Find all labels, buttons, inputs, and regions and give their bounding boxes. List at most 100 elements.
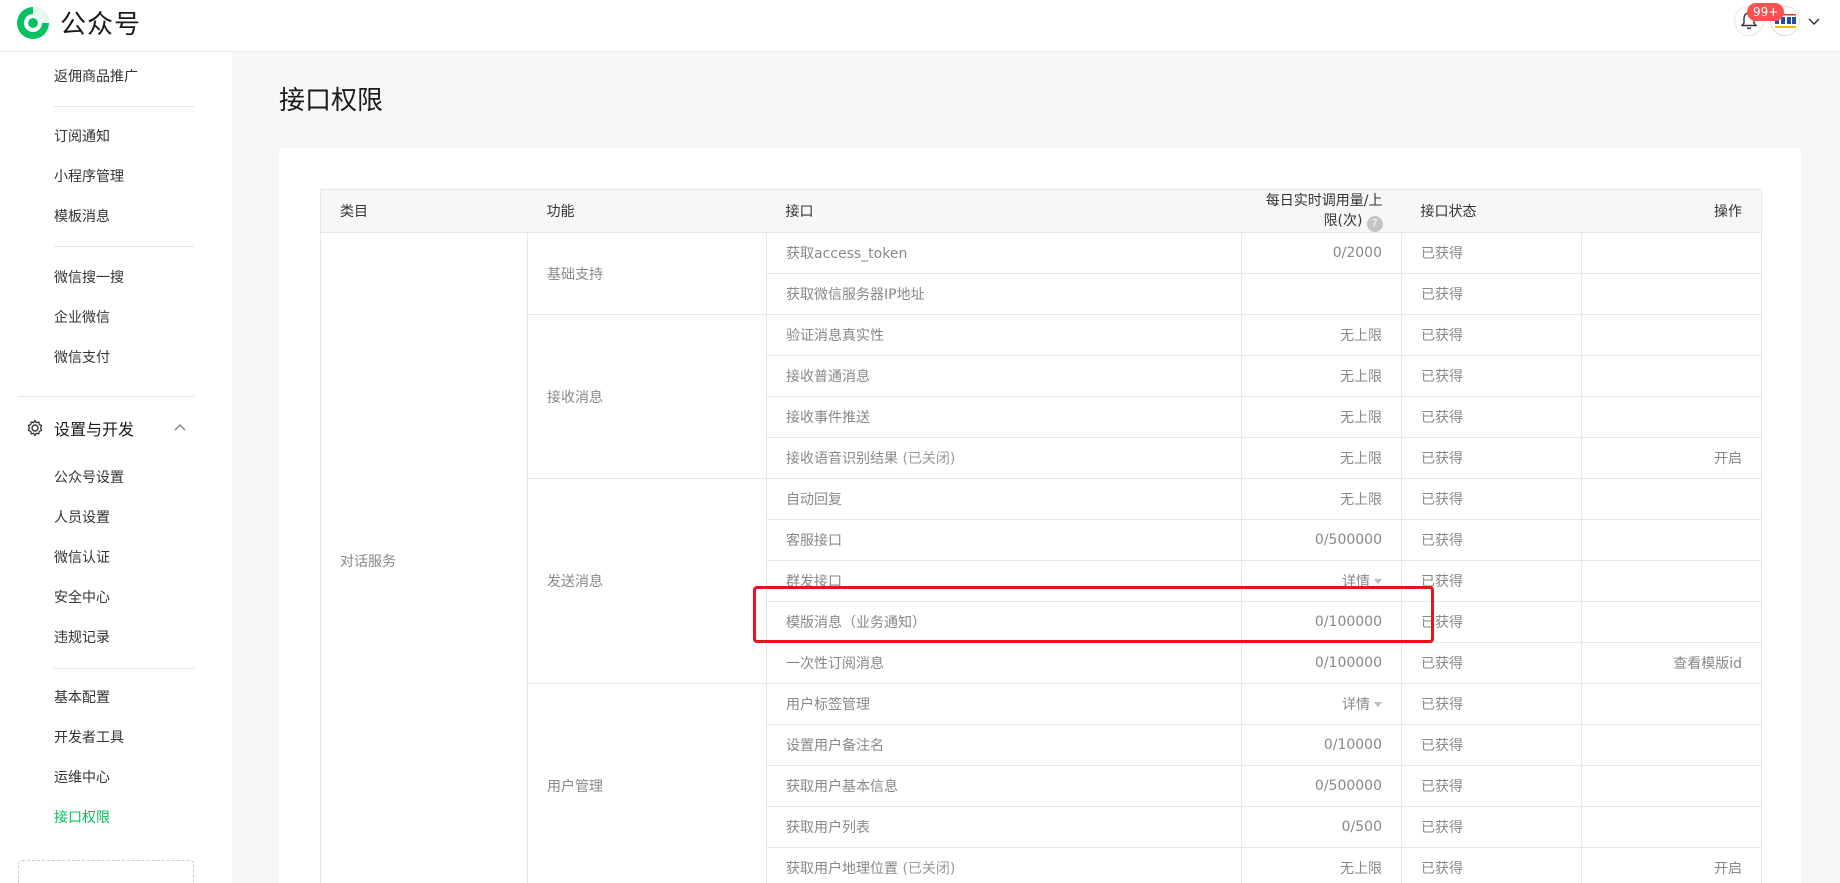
usage-cell: 0/10000: [1241, 724, 1402, 766]
usage-detail-dropdown[interactable]: 详情: [1342, 574, 1370, 590]
status-cell: 已获得: [1401, 478, 1582, 520]
sidebar-item-verification[interactable]: 微信认证: [54, 548, 110, 568]
api-name-cell: 获取用户列表: [766, 806, 1242, 848]
api-name-cell: 获取用户地理位置 (已关闭): [766, 847, 1242, 883]
usage-cell[interactable]: 详情: [1241, 683, 1402, 725]
sidebar-item-rebate-promotion[interactable]: 返佣商品推广: [54, 67, 138, 87]
api-permission-table: 类目 功能 接口 每日实时调用量/上限(次)? 接口状态 操作 对话服务 基础支持…: [320, 189, 1762, 883]
brand[interactable]: 公众号: [16, 4, 141, 41]
sidebar-item-api-permissions[interactable]: 接口权限: [54, 808, 110, 828]
api-name-cell: 获取用户基本信息: [766, 765, 1242, 807]
api-name-cell: 群发接口: [766, 560, 1242, 602]
usage-cell: 0/100000: [1241, 601, 1402, 643]
usage-cell: [1241, 273, 1402, 315]
status-cell: 已获得: [1401, 601, 1582, 643]
sidebar-item-developer-tools[interactable]: 开发者工具: [54, 728, 124, 748]
gear-icon: [27, 419, 43, 437]
caret-down-icon: [1374, 702, 1382, 707]
sidebar-item-security-center[interactable]: 安全中心: [54, 588, 110, 608]
sidebar-divider: [54, 246, 194, 247]
header-category: 类目: [320, 189, 528, 233]
sidebar-section-settings-dev[interactable]: 设置与开发: [26, 414, 196, 442]
sidebar-item-ops-center[interactable]: 运维中心: [54, 768, 110, 788]
api-name-cell: 获取微信服务器IP地址: [766, 273, 1242, 315]
chevron-down-icon[interactable]: [1806, 13, 1822, 29]
usage-cell: 无上限: [1241, 437, 1402, 479]
usage-value: 无上限: [1340, 451, 1382, 467]
api-name: 验证消息真实性: [786, 328, 884, 344]
action-cell: [1581, 232, 1762, 274]
status-cell: 已获得: [1401, 232, 1582, 274]
sidebar-item-miniprogram[interactable]: 小程序管理: [54, 167, 124, 187]
api-note: (已关闭): [902, 451, 956, 467]
status-cell: 已获得: [1401, 519, 1582, 561]
status-cell: 已获得: [1401, 396, 1582, 438]
api-note: (已关闭): [902, 861, 956, 877]
api-name-cell: 接收语音识别结果 (已关闭): [766, 437, 1242, 479]
api-name-cell: 模版消息（业务通知）: [766, 601, 1242, 643]
sidebar-item-violation-records[interactable]: 违规记录: [54, 628, 110, 648]
sidebar-item-account-settings[interactable]: 公众号设置: [54, 468, 124, 488]
usage-cell: 无上限: [1241, 396, 1402, 438]
api-name: 获取用户地理位置: [786, 861, 898, 877]
table-row: 用户管理 用户标签管理 详情 已获得: [321, 683, 1762, 883]
action-link[interactable]: 开启: [1581, 437, 1762, 479]
table-row: 接收消息 验证消息真实性 无上限 已获得: [321, 314, 1762, 479]
usage-cell: 0/500000: [1241, 519, 1402, 561]
sidebar-item-subscribe-notice[interactable]: 订阅通知: [54, 127, 110, 147]
usage-cell: 0/100000: [1241, 642, 1402, 684]
sidebar-item-basic-config[interactable]: 基本配置: [54, 688, 110, 708]
api-name: 一次性订阅消息: [786, 656, 884, 672]
sidebar-item-member-settings[interactable]: 人员设置: [54, 508, 110, 528]
api-name: 获取access_token: [786, 246, 908, 262]
api-name: 接收普通消息: [786, 369, 870, 385]
table-body: 对话服务 基础支持 获取access_token 0/2000 已获得 获取微信服务器IP…: [320, 232, 1762, 883]
usage-detail-dropdown[interactable]: 详情: [1342, 697, 1370, 713]
chevron-up-icon[interactable]: [172, 420, 188, 436]
notification-button[interactable]: 99+: [1734, 3, 1785, 36]
status-cell: 已获得: [1401, 355, 1582, 397]
usage-cell: 0/500000: [1241, 765, 1402, 807]
sidebar-item-wechat-pay[interactable]: 微信支付: [54, 348, 110, 368]
usage-value: 无上限: [1340, 410, 1382, 426]
action-link[interactable]: 开启: [1581, 847, 1762, 883]
sidebar-item-wecom[interactable]: 企业微信: [54, 308, 110, 328]
usage-value: 0/500: [1341, 819, 1382, 835]
api-name: 模版消息（业务通知）: [786, 615, 926, 631]
api-name: 获取微信服务器IP地址: [786, 287, 925, 303]
action-cell: [1581, 273, 1762, 315]
usage-value: 0/10000: [1323, 737, 1382, 753]
usage-cell[interactable]: 详情: [1241, 560, 1402, 602]
sidebar-add-feature-button[interactable]: [18, 860, 194, 883]
api-name: 获取用户列表: [786, 820, 870, 836]
usage-value: 无上限: [1340, 328, 1382, 344]
action-cell: [1581, 683, 1762, 725]
help-icon[interactable]: ?: [1366, 216, 1383, 232]
status-cell: 已获得: [1401, 642, 1582, 684]
api-name: 群发接口: [786, 574, 842, 590]
action-cell: [1581, 396, 1762, 438]
api-name-cell: 接收普通消息: [766, 355, 1242, 397]
header-usage-label: 每日实时调用量/上限(次): [1265, 193, 1383, 229]
status-cell: 已获得: [1401, 765, 1582, 807]
table-row: 对话服务 基础支持 获取access_token 0/2000 已获得: [320, 232, 1762, 883]
page-title: 接口权限: [279, 86, 384, 116]
usage-cell: 无上限: [1241, 847, 1402, 883]
action-cell: [1581, 314, 1762, 356]
api-name-cell: 自动回复: [766, 478, 1242, 520]
sidebar-divider: [18, 396, 194, 397]
usage-cell: 无上限: [1241, 355, 1402, 397]
status-cell: 已获得: [1401, 683, 1582, 725]
function-cell: 基础支持: [527, 232, 767, 315]
usage-value: 无上限: [1340, 369, 1382, 385]
function-cell: 用户管理: [527, 683, 767, 883]
status-cell: 已获得: [1401, 724, 1582, 766]
action-link[interactable]: 查看模版id: [1581, 642, 1762, 684]
sidebar-divider: [54, 106, 194, 107]
usage-cell: 无上限: [1241, 478, 1402, 520]
sidebar-item-template-message[interactable]: 模板消息: [54, 207, 110, 227]
sidebar-item-wechat-search[interactable]: 微信搜一搜: [54, 268, 124, 288]
top-right-tools: 99+: [1734, 3, 1822, 36]
wechat-official-account-logo-icon: [17, 6, 49, 39]
api-name: 接收事件推送: [786, 410, 870, 426]
